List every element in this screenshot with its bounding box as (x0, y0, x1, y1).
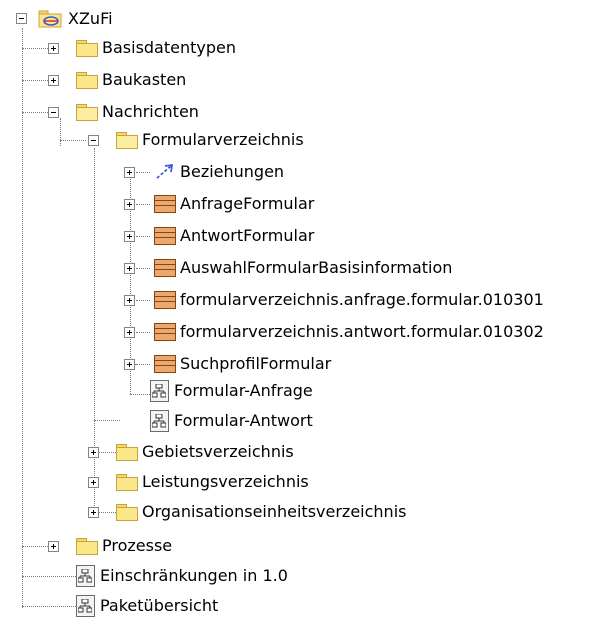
tree-item-baukasten[interactable]: Baukasten (76, 65, 186, 95)
tree-item-prozesse[interactable]: Prozesse (76, 531, 172, 561)
tree-line (136, 172, 150, 173)
tree-item-formular-antwort[interactable]: Formular-Antwort (150, 406, 313, 436)
tree-item-label: Einschränkungen in 1.0 (100, 566, 288, 585)
expand-toggle-gebietsverzeichnis[interactable] (88, 447, 99, 458)
tree-item-label: Beziehungen (180, 162, 285, 181)
tree-item-label: Leistungsverzeichnis (142, 472, 309, 491)
tree-item-antwort-formular-010302[interactable]: formularverzeichnis.antwort.formular.010… (154, 317, 544, 347)
expand-toggle-antwort-formular-010302[interactable] (124, 327, 135, 338)
relation-icon (154, 163, 176, 181)
tree-item-label: Prozesse (102, 536, 173, 555)
tree-item-einschraenkungen[interactable]: Einschränkungen in 1.0 (76, 561, 288, 591)
tree-line (136, 236, 150, 237)
tree-item-suchprofilformular[interactable]: SuchprofilFormular (154, 349, 331, 379)
expand-toggle-prozesse[interactable] (48, 541, 59, 552)
class-icon (154, 195, 176, 213)
tree-line (22, 576, 78, 577)
class-icon (154, 355, 176, 373)
expand-toggle-auswahlformularbasisinformation[interactable] (124, 263, 135, 274)
tree-item-label: formularverzeichnis.anfrage.formular.010… (180, 290, 544, 309)
diagram-icon (150, 410, 170, 432)
tree-line (136, 332, 150, 333)
class-icon (154, 259, 176, 277)
folder-icon (76, 538, 98, 555)
class-icon (154, 291, 176, 309)
diagram-icon (150, 380, 170, 402)
folder-open-icon (116, 132, 138, 149)
tree-item-label: SuchprofilFormular (180, 354, 332, 373)
expand-toggle-basisdatentypen[interactable] (48, 43, 59, 54)
tree-item-label: Basisdatentypen (102, 38, 236, 57)
folder-open-icon (76, 104, 98, 121)
expand-toggle-baukasten[interactable] (48, 75, 59, 86)
tree-item-label: formularverzeichnis.antwort.formular.010… (180, 322, 544, 341)
package-root-icon (38, 9, 64, 29)
tree-item-label: AnfrageFormular (180, 194, 315, 213)
containment-tree: XZuFi Basisdatentypen Baukasten Nachrich… (0, 0, 612, 617)
tree-line (94, 420, 120, 421)
expand-toggle-organisationseinheitsverzeichnis[interactable] (88, 507, 99, 518)
tree-item-label: Paketübersicht (100, 596, 219, 615)
diagram-icon (76, 595, 96, 617)
tree-item-organisationseinheitsverzeichnis[interactable]: Organisationseinheitsverzeichnis (116, 497, 406, 527)
tree-item-xzufi[interactable]: XZuFi (38, 4, 113, 34)
tree-item-label: Organisationseinheitsverzeichnis (142, 502, 407, 521)
collapse-toggle-nachrichten[interactable] (48, 107, 59, 118)
tree-line (136, 268, 150, 269)
tree-item-label: XZuFi (68, 9, 113, 28)
tree-item-leistungsverzeichnis[interactable]: Leistungsverzeichnis (116, 467, 309, 497)
tree-line (22, 606, 78, 607)
tree-item-gebietsverzeichnis[interactable]: Gebietsverzeichnis (116, 437, 294, 467)
tree-item-auswahlformularbasisinformation[interactable]: AuswahlFormularBasisinformation (154, 253, 452, 283)
collapse-toggle-xzufi[interactable] (16, 13, 27, 24)
expand-toggle-beziehungen[interactable] (124, 167, 135, 178)
collapse-toggle-formularverzeichnis[interactable] (88, 135, 99, 146)
expand-toggle-anfrageformular[interactable] (124, 199, 135, 210)
folder-icon (116, 504, 138, 521)
tree-item-label: Formularverzeichnis (142, 130, 304, 149)
tree-item-basisdatentypen[interactable]: Basisdatentypen (76, 33, 236, 63)
diagram-icon (76, 565, 96, 587)
tree-item-label: Baukasten (102, 70, 187, 89)
expand-toggle-leistungsverzeichnis[interactable] (88, 477, 99, 488)
tree-line (136, 204, 150, 205)
folder-icon (76, 40, 98, 57)
tree-item-formular-anfrage[interactable]: Formular-Anfrage (150, 376, 313, 406)
tree-item-label: AuswahlFormularBasisinformation (180, 258, 453, 277)
folder-icon (116, 474, 138, 491)
tree-item-label: Gebietsverzeichnis (142, 442, 294, 461)
tree-item-beziehungen[interactable]: Beziehungen (154, 157, 284, 187)
tree-item-nachrichten[interactable]: Nachrichten (76, 97, 199, 127)
tree-item-formularverzeichnis[interactable]: Formularverzeichnis (116, 125, 304, 155)
tree-line (22, 28, 23, 608)
tree-item-label: Formular-Antwort (174, 411, 313, 430)
folder-icon (116, 444, 138, 461)
tree-line (60, 140, 86, 141)
expand-toggle-anfrage-formular-010301[interactable] (124, 295, 135, 306)
tree-item-anfrage-formular-010301[interactable]: formularverzeichnis.anfrage.formular.010… (154, 285, 544, 315)
class-icon (154, 323, 176, 341)
expand-toggle-suchprofilformular[interactable] (124, 359, 135, 370)
tree-line (60, 118, 61, 146)
tree-item-label: AntwortFormular (180, 226, 315, 245)
folder-icon (76, 72, 98, 89)
tree-line (130, 394, 150, 395)
tree-item-label: Formular-Anfrage (174, 381, 313, 400)
expand-toggle-antwortformular[interactable] (124, 231, 135, 242)
tree-line (136, 300, 150, 301)
tree-line (136, 364, 150, 365)
tree-item-label: Nachrichten (102, 102, 199, 121)
tree-item-antwortformular[interactable]: AntwortFormular (154, 221, 314, 251)
tree-item-anfrageformular[interactable]: AnfrageFormular (154, 189, 314, 219)
class-icon (154, 227, 176, 245)
